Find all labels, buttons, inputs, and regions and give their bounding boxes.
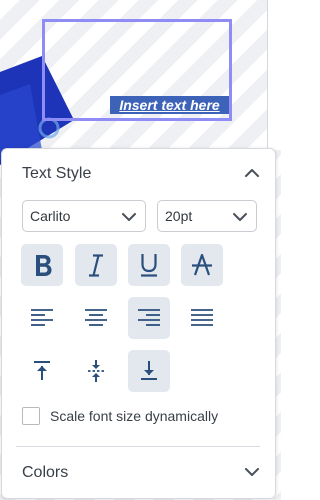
bold-button[interactable] (21, 244, 63, 286)
text-style-header[interactable]: Text Style (2, 159, 275, 189)
underline-button[interactable] (128, 244, 170, 286)
align-right-button[interactable] (128, 297, 170, 339)
font-size-select[interactable]: 20pt (157, 200, 257, 232)
valign-bottom-button[interactable] (128, 350, 170, 392)
italic-icon (89, 254, 103, 277)
valign-top-button[interactable] (21, 350, 63, 392)
align-left-button[interactable] (21, 297, 63, 339)
textbox-text[interactable]: Insert text here (110, 96, 229, 114)
font-size-value: 20pt (165, 208, 193, 224)
font-family-value: Carlito (30, 208, 71, 224)
section-divider (16, 446, 260, 447)
scale-font-label[interactable]: Scale font size dynamically (50, 408, 218, 424)
align-center-icon (85, 309, 107, 326)
align-center-button[interactable] (75, 297, 117, 339)
strikethrough-button[interactable] (181, 244, 223, 286)
colors-title: Colors (22, 464, 69, 481)
scale-font-checkbox[interactable] (22, 407, 40, 425)
valign-middle-icon (88, 360, 104, 382)
underline-icon (141, 254, 157, 277)
chevron-up-icon[interactable] (241, 162, 263, 184)
italic-button[interactable] (75, 244, 117, 286)
chevron-down-icon (122, 213, 136, 221)
colors-header[interactable]: Colors (2, 458, 275, 488)
bold-icon (36, 255, 52, 276)
align-justify-icon (191, 309, 213, 326)
align-right-icon (138, 309, 160, 326)
text-style-title: Text Style (22, 165, 92, 182)
valign-top-icon (34, 361, 50, 380)
text-style-panel: Text Style Carlito 20pt Scale font size … (1, 148, 276, 499)
valign-middle-button[interactable] (75, 350, 117, 392)
align-justify-button[interactable] (181, 297, 223, 339)
chevron-down-icon (233, 213, 247, 221)
valign-bottom-icon (141, 361, 157, 380)
chevron-down-icon[interactable] (241, 461, 263, 483)
strikethrough-icon (192, 253, 212, 276)
font-family-select[interactable]: Carlito (22, 200, 146, 232)
align-left-icon (31, 309, 53, 326)
canvas-right-strip (268, 0, 281, 150)
